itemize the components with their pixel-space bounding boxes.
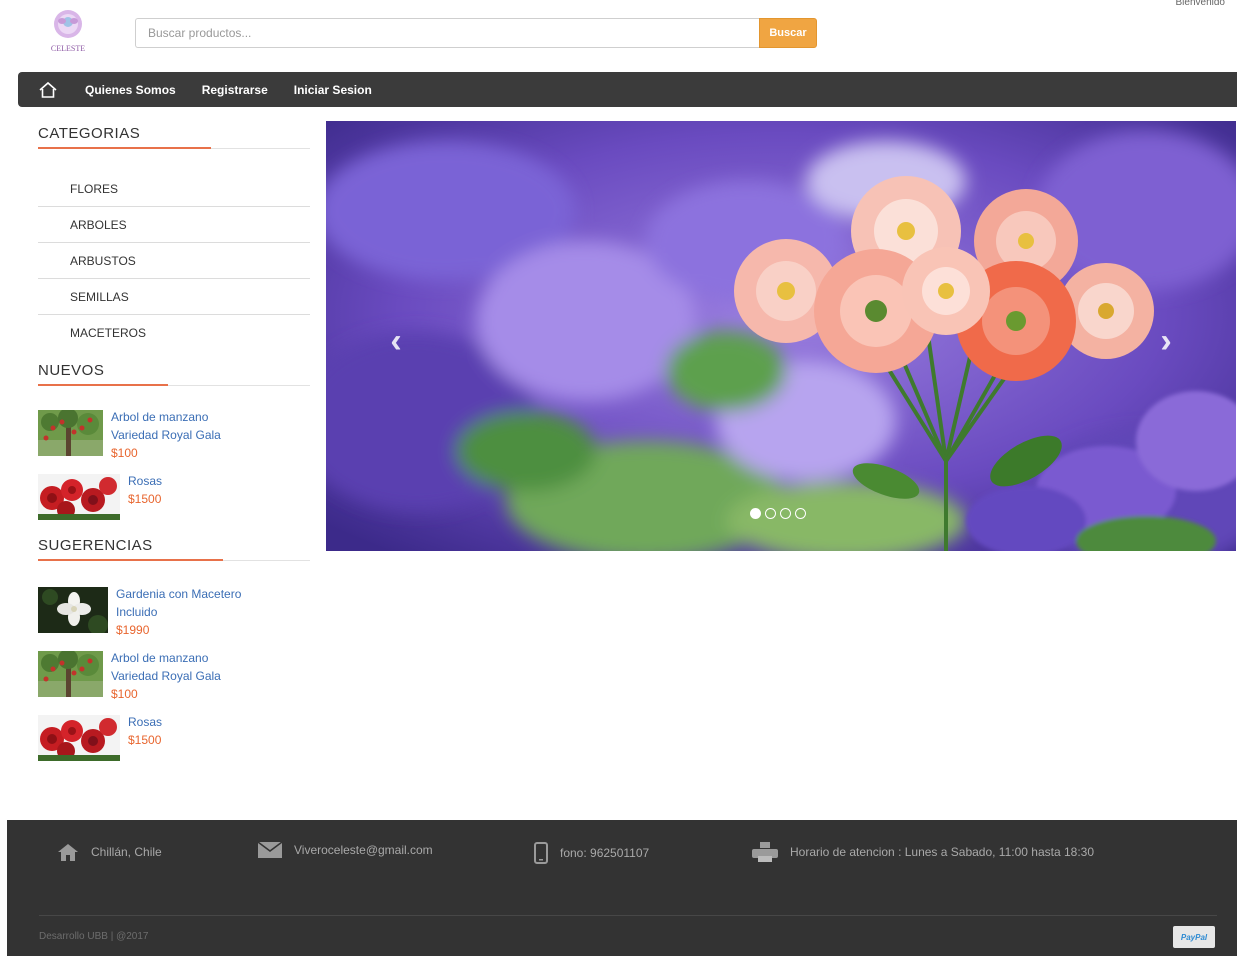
product-name[interactable]: Gardenia con Macetero Incluido	[116, 585, 261, 621]
search-button[interactable]: Buscar	[759, 18, 817, 48]
footer-email: Viveroceleste@gmail.com	[258, 842, 433, 858]
email-text[interactable]: Viveroceleste@gmail.com	[294, 843, 433, 857]
nav-quienes-somos[interactable]: Quienes Somos	[85, 83, 176, 97]
roses-thumbnail[interactable]	[38, 715, 120, 761]
search-input[interactable]	[135, 18, 759, 48]
sidebar: CATEGORIAS FLORES ARBOLES ARBUSTOS SEMIL…	[38, 120, 310, 773]
location-text: Chillán, Chile	[91, 845, 162, 859]
nav-iniciar-sesion[interactable]: Iniciar Sesion	[294, 83, 372, 97]
phone-text: fono: 962501107	[560, 846, 650, 860]
printer-icon	[752, 842, 778, 862]
category-semillas[interactable]: SEMILLAS	[38, 279, 310, 315]
sugerencias-list: Gardenia con Macetero Incluido $1990 Arb…	[38, 587, 310, 761]
product-price: $1990	[116, 623, 150, 637]
footer-hours: Horario de atencion : Lunes a Sabado, 11…	[752, 842, 1094, 862]
roses-thumbnail[interactable]	[38, 474, 120, 520]
nav-registrarse[interactable]: Registrarse	[202, 83, 268, 97]
product-price: $1500	[128, 733, 162, 747]
paypal-logo[interactable]: PayPal	[1173, 926, 1215, 948]
site-logo[interactable]: CELESTE	[40, 8, 96, 54]
logo-text: CELESTE	[51, 44, 85, 53]
carousel-indicators	[750, 508, 806, 519]
categories-title: CATEGORIAS	[38, 125, 141, 142]
hours-text: Horario de atencion : Lunes a Sabado, 11…	[790, 845, 1095, 859]
carousel-dot[interactable]	[750, 508, 761, 519]
footer-location: Chillán, Chile	[57, 842, 162, 862]
house-icon	[57, 842, 79, 862]
product-name[interactable]: Rosas	[128, 713, 273, 731]
product-price: $100	[111, 687, 138, 701]
carousel-dot[interactable]	[780, 508, 791, 519]
search-bar: Buscar	[135, 18, 817, 48]
category-flores[interactable]: FLORES	[38, 171, 310, 207]
product-price: $100	[111, 446, 138, 460]
category-arboles[interactable]: ARBOLES	[38, 207, 310, 243]
product-price: $1500	[128, 492, 162, 506]
home-icon[interactable]	[38, 80, 58, 100]
chevron-right-icon[interactable]: ›	[1151, 321, 1181, 361]
site-footer: Chillán, Chile Viveroceleste@gmail.com f…	[7, 820, 1237, 956]
apple-tree-thumbnail[interactable]	[38, 651, 103, 697]
product-item[interactable]: Rosas $1500	[38, 715, 310, 761]
envelope-icon	[258, 842, 282, 858]
carousel-dot[interactable]	[765, 508, 776, 519]
product-name[interactable]: Rosas	[128, 472, 273, 490]
product-item[interactable]: Arbol de manzano Variedad Royal Gala $10…	[38, 651, 310, 703]
product-item[interactable]: Arbol de manzano Variedad Royal Gala $10…	[38, 410, 310, 462]
product-name[interactable]: Arbol de manzano Variedad Royal Gala	[111, 408, 256, 444]
sugerencias-title: SUGERENCIAS	[38, 537, 153, 554]
nuevos-list: Arbol de manzano Variedad Royal Gala $10…	[38, 410, 310, 520]
mobile-phone-icon	[534, 842, 548, 864]
hero-carousel[interactable]: ‹ ›	[326, 121, 1236, 551]
section-divider	[38, 147, 310, 149]
section-divider	[38, 384, 310, 386]
category-arbustos[interactable]: ARBUSTOS	[38, 243, 310, 279]
nuevos-title: NUEVOS	[38, 362, 105, 379]
main-nav: Quienes Somos Registrarse Iniciar Sesion	[18, 72, 1237, 107]
section-divider	[38, 559, 310, 561]
footer-divider	[39, 915, 1217, 916]
carousel-dot[interactable]	[795, 508, 806, 519]
top-right-text: Bienvenido	[1175, 0, 1225, 8]
apple-tree-thumbnail[interactable]	[38, 410, 103, 456]
gardenia-thumbnail[interactable]	[38, 587, 108, 633]
footer-phone: fono: 962501107	[534, 842, 649, 864]
copyright-text: Desarrollo UBB | @2017	[39, 931, 149, 942]
product-item[interactable]: Gardenia con Macetero Incluido $1990	[38, 587, 310, 639]
category-list: FLORES ARBOLES ARBUSTOS SEMILLAS MACETER…	[38, 171, 310, 351]
product-name[interactable]: Arbol de manzano Variedad Royal Gala	[111, 649, 256, 685]
chevron-left-icon[interactable]: ‹	[381, 321, 411, 361]
category-maceteros[interactable]: MACETEROS	[38, 315, 310, 351]
carousel-slide-image	[326, 121, 1236, 551]
product-item[interactable]: Rosas $1500	[38, 474, 310, 520]
